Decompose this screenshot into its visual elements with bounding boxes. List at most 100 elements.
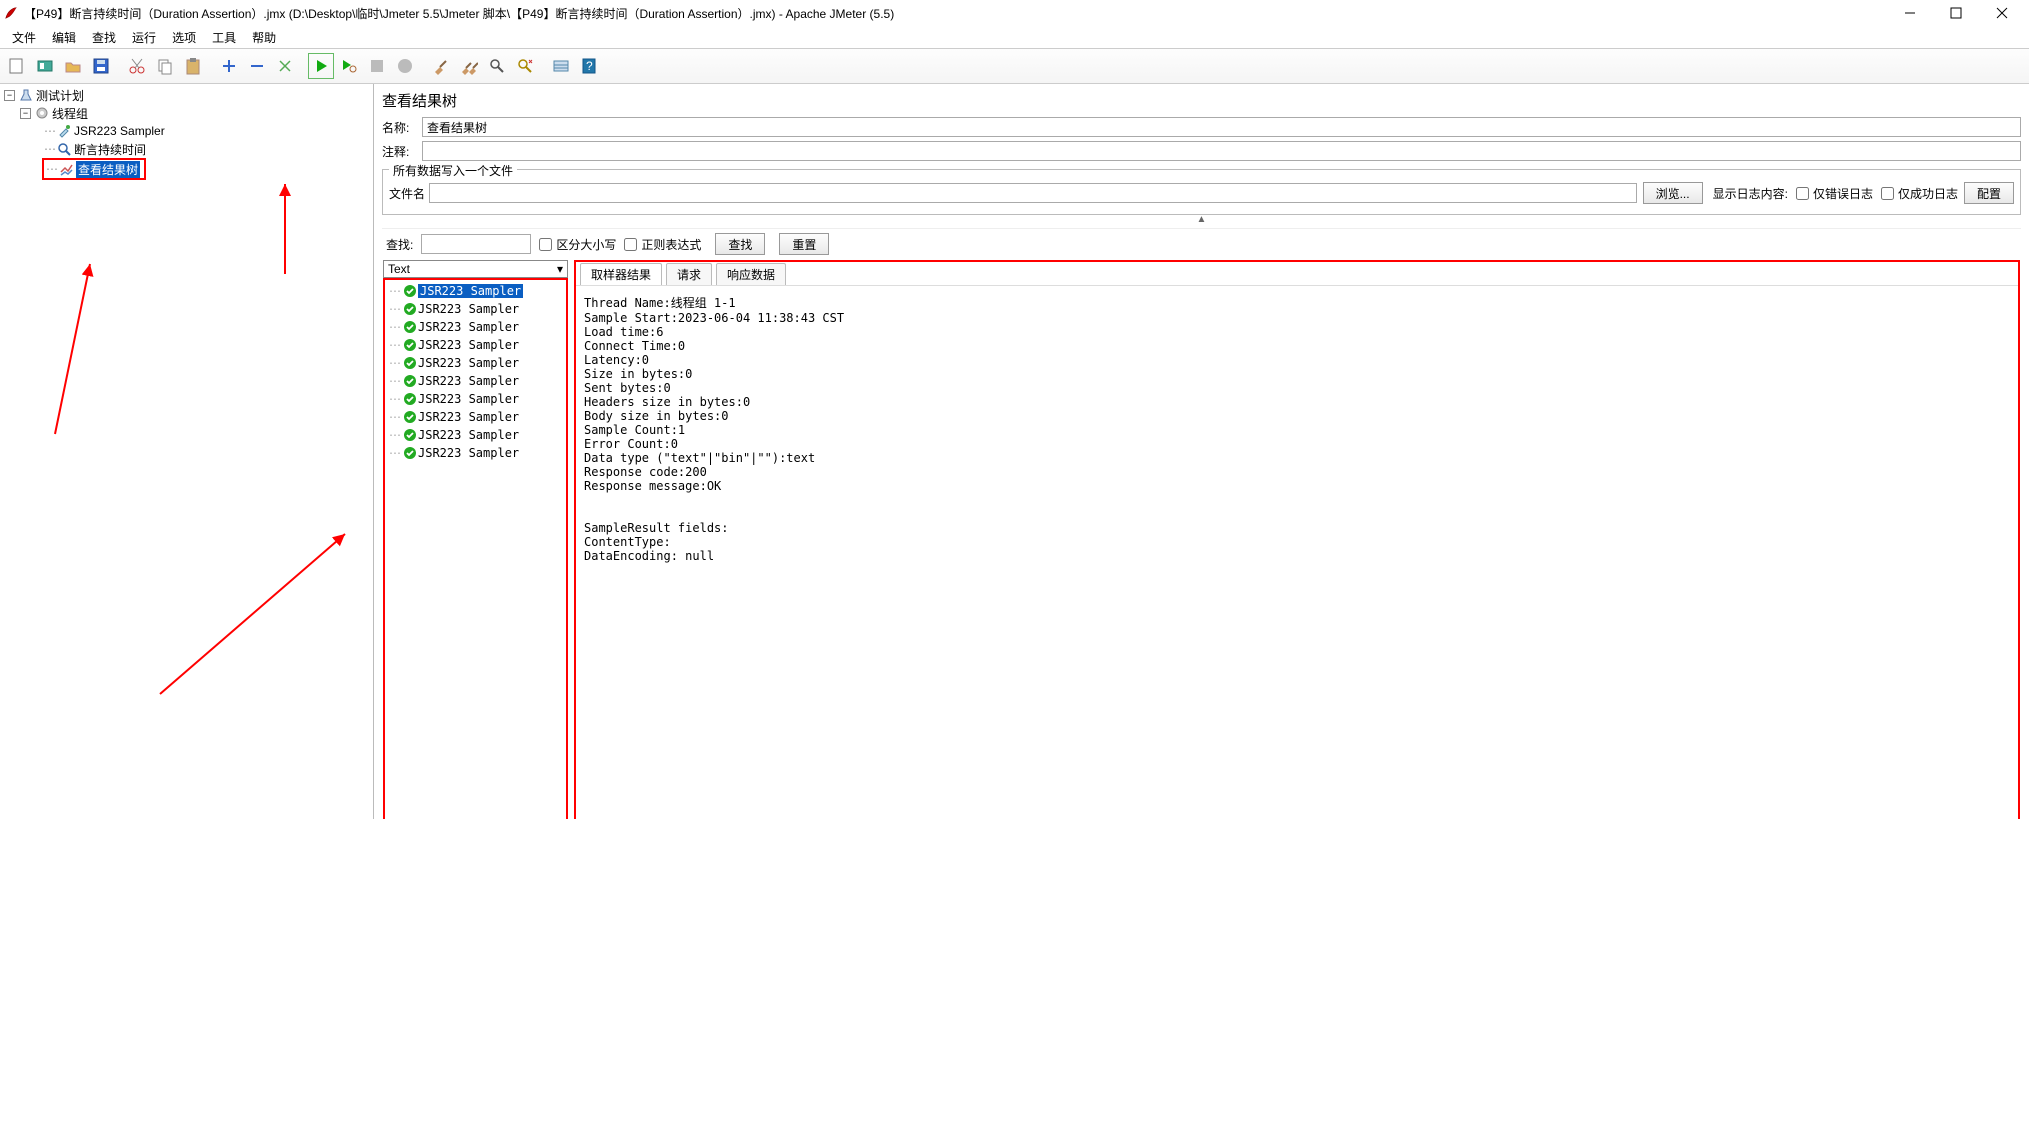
- filename-input[interactable]: [429, 183, 1637, 203]
- result-item[interactable]: ⋯ JSR223 Sampler: [385, 300, 566, 318]
- chart-icon: [58, 161, 74, 177]
- toolbar-function-helper-icon[interactable]: [548, 53, 574, 79]
- success-tick-icon: [403, 446, 417, 460]
- toolbar-copy-icon[interactable]: [152, 53, 178, 79]
- search-label: 查找:: [386, 236, 413, 253]
- comment-input[interactable]: [422, 141, 2021, 161]
- comment-label: 注释:: [382, 143, 422, 160]
- tree-assertion-label: 断言持续时间: [74, 141, 146, 158]
- case-label: 区分大小写: [556, 236, 616, 253]
- success-only-label: 仅成功日志: [1898, 185, 1958, 202]
- browse-button[interactable]: 浏览...: [1643, 182, 1703, 204]
- toolbar-save-icon[interactable]: [88, 53, 114, 79]
- toolbar-cut-icon[interactable]: [124, 53, 150, 79]
- result-item[interactable]: ⋯ JSR223 Sampler: [385, 390, 566, 408]
- case-checkbox[interactable]: 区分大小写: [539, 236, 616, 253]
- name-input[interactable]: [422, 117, 2021, 137]
- menu-options[interactable]: 选项: [164, 27, 204, 48]
- menubar: 文件 编辑 查找 运行 选项 工具 帮助: [0, 26, 2029, 48]
- toolbar-search-icon[interactable]: [484, 53, 510, 79]
- search-row: 查找: 区分大小写 正则表达式 查找 重置: [382, 228, 2021, 259]
- success-only-checkbox[interactable]: 仅成功日志: [1881, 185, 1958, 202]
- result-item[interactable]: ⋯ JSR223 Sampler: [385, 354, 566, 372]
- search-input[interactable]: [421, 234, 531, 254]
- svg-text:?: ?: [586, 59, 593, 73]
- toolbar-expand-icon[interactable]: [216, 53, 242, 79]
- rendermode-dropdown[interactable]: Text ▾: [383, 260, 568, 278]
- toolbar-templates-icon[interactable]: [32, 53, 58, 79]
- regex-label: 正则表达式: [641, 236, 701, 253]
- result-item[interactable]: ⋯ JSR223 Sampler: [385, 372, 566, 390]
- success-tick-icon: [403, 392, 417, 406]
- success-tick-icon: [403, 284, 417, 298]
- window-max-button[interactable]: [1933, 0, 1979, 26]
- tab-sampler-result[interactable]: 取样器结果: [580, 263, 662, 285]
- pipette-icon: [56, 123, 72, 139]
- tree-listener[interactable]: ⋯ 查看结果树: [44, 160, 144, 178]
- configure-button[interactable]: 配置: [1964, 182, 2014, 204]
- tree-sampler[interactable]: ⋯ JSR223 Sampler: [0, 122, 373, 140]
- menu-run[interactable]: 运行: [124, 27, 164, 48]
- toolbar: ?: [0, 48, 2029, 84]
- toolbar-clear-icon[interactable]: [428, 53, 454, 79]
- result-item[interactable]: ⋯ JSR223 Sampler: [385, 336, 566, 354]
- regex-checkbox[interactable]: 正则表达式: [624, 236, 701, 253]
- rendermode-value: Text: [388, 262, 410, 276]
- menu-edit[interactable]: 编辑: [44, 27, 84, 48]
- toolbar-paste-icon[interactable]: [180, 53, 206, 79]
- panel-title: 查看结果树: [382, 88, 2021, 117]
- tree-listener-label: 查看结果树: [76, 161, 140, 178]
- window-min-button[interactable]: [1887, 0, 1933, 26]
- result-item[interactable]: ⋯ JSR223 Sampler: [385, 426, 566, 444]
- window-close-button[interactable]: [1979, 0, 2025, 26]
- gear-icon: [34, 105, 50, 121]
- menu-tools[interactable]: 工具: [204, 27, 244, 48]
- menu-help[interactable]: 帮助: [244, 27, 284, 48]
- display-log-label: 显示日志内容:: [1713, 185, 1788, 202]
- success-tick-icon: [403, 356, 417, 370]
- result-item[interactable]: ⋯ JSR223 Sampler: [385, 408, 566, 426]
- toolbar-run-no-timer-icon[interactable]: [336, 53, 362, 79]
- jmeter-feather-icon: [4, 6, 18, 20]
- success-tick-icon: [403, 410, 417, 424]
- toolbar-collapse-icon[interactable]: [244, 53, 270, 79]
- result-item[interactable]: ⋯ JSR223 Sampler: [385, 282, 566, 300]
- toolbar-new-icon[interactable]: [4, 53, 30, 79]
- tree-root-label: 测试计划: [36, 87, 84, 104]
- tree-sampler-label: JSR223 Sampler: [74, 124, 165, 138]
- tree-assertion[interactable]: ⋯ 断言持续时间: [0, 140, 373, 158]
- toolbar-shutdown-icon[interactable]: [392, 53, 418, 79]
- find-button[interactable]: 查找: [715, 233, 765, 255]
- result-item[interactable]: ⋯ JSR223 Sampler: [385, 444, 566, 462]
- name-label: 名称:: [382, 119, 422, 136]
- errors-only-checkbox[interactable]: 仅错误日志: [1796, 185, 1873, 202]
- file-output-group: 所有数据写入一个文件 文件名 浏览... 显示日志内容: 仅错误日志 仅成功日志…: [382, 169, 2021, 215]
- toolbar-open-icon[interactable]: [60, 53, 86, 79]
- toolbar-reset-search-icon[interactable]: [512, 53, 538, 79]
- magnifier-icon: [56, 141, 72, 157]
- window-title: 【P49】断言持续时间（Duration Assertion）.jmx (D:\…: [24, 5, 1887, 22]
- tab-response[interactable]: 响应数据: [716, 263, 786, 285]
- chevron-down-icon: ▾: [557, 262, 563, 276]
- menu-file[interactable]: 文件: [4, 27, 44, 48]
- bottom-whitespace: [0, 819, 2029, 1139]
- toolbar-toggle-icon[interactable]: [272, 53, 298, 79]
- filename-label: 文件名: [389, 185, 429, 202]
- beaker-icon: [18, 87, 34, 103]
- tree-root-testplan[interactable]: − 测试计划: [0, 86, 373, 104]
- file-output-legend: 所有数据写入一个文件: [389, 162, 517, 179]
- success-tick-icon: [403, 320, 417, 334]
- tab-request[interactable]: 请求: [666, 263, 712, 285]
- toolbar-run-icon[interactable]: [308, 53, 334, 79]
- tree-threadgroup[interactable]: − 线程组: [0, 104, 373, 122]
- reset-button[interactable]: 重置: [779, 233, 829, 255]
- menu-search[interactable]: 查找: [84, 27, 124, 48]
- toolbar-help-icon[interactable]: ?: [576, 53, 602, 79]
- toolbar-stop-icon[interactable]: [364, 53, 390, 79]
- result-item[interactable]: ⋯ JSR223 Sampler: [385, 318, 566, 336]
- success-tick-icon: [403, 302, 417, 316]
- toolbar-clear-all-icon[interactable]: [456, 53, 482, 79]
- collapse-grip-icon[interactable]: ▲: [382, 216, 2021, 224]
- window-titlebar: 【P49】断言持续时间（Duration Assertion）.jmx (D:\…: [0, 0, 2029, 26]
- tree-threadgroup-label: 线程组: [52, 105, 88, 122]
